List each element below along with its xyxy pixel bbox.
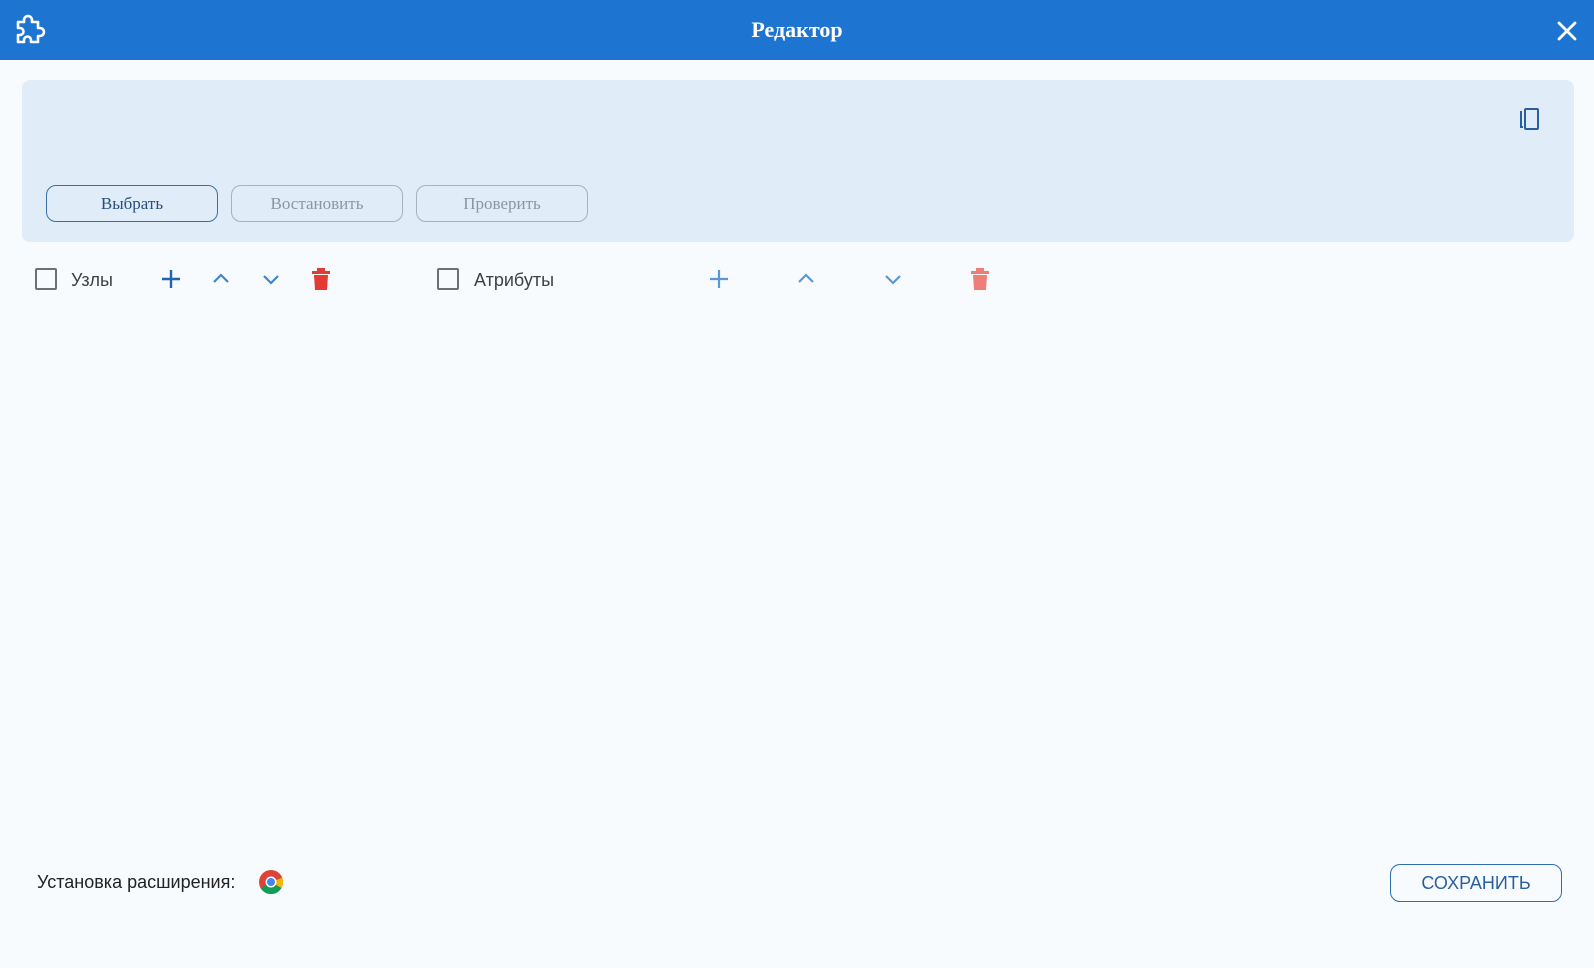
extension-install-label: Установка расширения:	[37, 872, 236, 892]
delete-attribute-trash-icon[interactable]	[967, 266, 993, 292]
nodes-checkbox[interactable]	[35, 268, 57, 290]
nodes-label: Узлы	[71, 270, 113, 290]
attribute-up-chevron-up-icon[interactable]	[793, 266, 819, 292]
copy-icon[interactable]	[1516, 105, 1544, 133]
chrome-icon[interactable]	[258, 869, 284, 895]
restore-button[interactable]: Востановить	[231, 185, 403, 222]
save-button[interactable]: СОХРАНИТЬ	[1390, 864, 1562, 902]
node-down-chevron-down-icon[interactable]	[258, 266, 284, 292]
node-up-chevron-up-icon[interactable]	[208, 266, 234, 292]
attributes-checkbox[interactable]	[437, 268, 459, 290]
close-icon[interactable]	[1556, 20, 1578, 42]
puzzle-piece-icon[interactable]	[12, 12, 48, 48]
attribute-down-chevron-down-icon[interactable]	[880, 266, 906, 292]
add-attribute-plus-icon[interactable]	[706, 266, 732, 292]
add-node-plus-icon[interactable]	[158, 266, 184, 292]
attributes-label: Атрибуты	[474, 270, 555, 290]
delete-node-trash-icon[interactable]	[308, 266, 334, 292]
check-button[interactable]: Проверить	[416, 185, 588, 222]
window-title: Редактор	[751, 17, 843, 42]
select-button[interactable]: Выбрать	[46, 185, 218, 222]
